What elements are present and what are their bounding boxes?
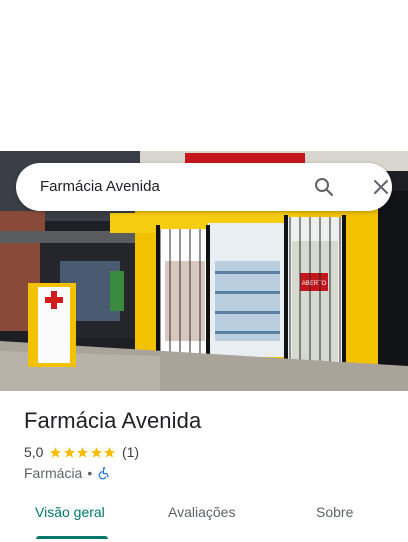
- separator-dot: •: [87, 465, 93, 481]
- star-icon: [64, 446, 75, 458]
- search-input[interactable]: Farmácia Avenida: [40, 178, 160, 195]
- star-icon: [77, 446, 89, 458]
- tab-reviews[interactable]: Avaliações: [168, 504, 235, 520]
- category-row: Farmácia •: [24, 464, 111, 482]
- door-sign-text: ABERTO: [302, 281, 327, 287]
- place-category: Farmácia: [24, 465, 83, 481]
- star-icon: [104, 446, 116, 458]
- rating-row[interactable]: 5,0 (1): [24, 443, 139, 461]
- star-rating: [49, 446, 117, 459]
- tab-overview[interactable]: Visão geral: [35, 504, 105, 520]
- wheelchair-icon: [98, 467, 109, 480]
- place-tabs: Visão geral Avaliações Sobre: [0, 492, 408, 542]
- search-icon[interactable]: [312, 175, 336, 199]
- star-icon: [50, 446, 62, 458]
- tab-about[interactable]: Sobre: [316, 504, 353, 520]
- place-title: Farmácia Avenida: [24, 408, 202, 433]
- search-bar[interactable]: Farmácia Avenida: [16, 163, 392, 211]
- active-tab-indicator: [36, 536, 108, 539]
- review-count[interactable]: (1): [122, 444, 139, 460]
- map-blank-area: [0, 0, 408, 151]
- rating-value: 5,0: [24, 444, 44, 460]
- star-icon: [91, 446, 102, 458]
- close-icon[interactable]: [369, 175, 393, 199]
